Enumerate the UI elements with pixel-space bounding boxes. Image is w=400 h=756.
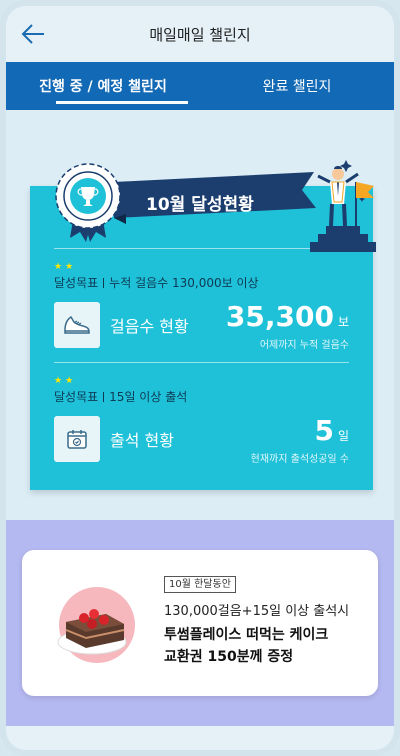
- divider: [54, 362, 349, 363]
- sneaker-icon: [54, 302, 100, 348]
- prize-reward: 투썸플레이스 떠먹는 케이크 교환권 150분께 증정: [164, 624, 364, 668]
- goal-prefix: 달성목표: [54, 390, 99, 404]
- prize-section: 10월 한달동안 130,000걸음+15일 이상 출석시 투썸플레이스 떠먹는…: [6, 520, 394, 726]
- attendance-goal-text: 15일 이상 출석: [109, 390, 188, 404]
- steps-label: 걸음수 현황: [110, 317, 189, 336]
- phone-frame: 매일매일 챌린지 진행 중 / 예정 챌린지 완료 챌린지 ★★ 달성목표 누적…: [0, 0, 400, 756]
- footer: [6, 726, 394, 750]
- prize-period-tag: 10월 한달동안: [164, 576, 236, 593]
- attendance-unit: 일: [337, 429, 349, 443]
- prize-reward-line2: 교환권 150분께 증정: [164, 649, 294, 665]
- attendance-value-row: 5일: [314, 414, 349, 447]
- steps-goal: 달성목표 누적 걸음수 130,000보 이상: [54, 274, 259, 291]
- banner: 10월 달성현황: [44, 150, 384, 258]
- tab-bar: 진행 중 / 예정 챌린지 완료 챌린지: [6, 62, 394, 110]
- status-section: ★★ 달성목표 누적 걸음수 130,000보 이상 걸음수 현황 35,300…: [6, 110, 394, 520]
- goal-separator: [103, 391, 105, 402]
- steps-value-row: 35,300 보: [226, 300, 349, 333]
- page-title: 매일매일 챌린지: [149, 25, 251, 44]
- star-icons: ★★: [54, 262, 77, 272]
- calendar-icon: [54, 416, 100, 462]
- app-header: 매일매일 챌린지: [6, 6, 394, 62]
- cake-icon: [57, 587, 135, 663]
- back-arrow-icon[interactable]: [20, 22, 46, 46]
- prize-card[interactable]: 10월 한달동안 130,000걸음+15일 이상 출석시 투썸플레이스 떠먹는…: [22, 550, 378, 696]
- tab-in-progress[interactable]: 진행 중 / 예정 챌린지: [6, 62, 200, 110]
- steps-value: 35,300: [225, 300, 334, 333]
- prize-reward-line1: 투썸플레이스 떠먹는 케이크: [164, 627, 329, 643]
- steps-goal-text: 누적 걸음수 130,000보 이상: [109, 276, 259, 290]
- tab-completed[interactable]: 완료 챌린지: [200, 62, 394, 110]
- attendance-value: 5: [314, 414, 334, 447]
- banner-title: 10월 달성현황: [146, 195, 254, 215]
- attendance-label: 출석 현황: [110, 431, 174, 450]
- attendance-goal: 달성목표 15일 이상 출석: [54, 388, 187, 405]
- steps-sub: 어제까지 누적 걸음수: [259, 340, 349, 351]
- steps-unit: 보: [337, 315, 349, 329]
- attendance-sub: 현재까지 출석성공일 수: [250, 454, 349, 465]
- star-icons: ★★: [54, 376, 77, 386]
- goal-separator: [103, 277, 105, 288]
- goal-prefix: 달성목표: [54, 276, 99, 290]
- prize-condition: 130,000걸음+15일 이상 출석시: [164, 604, 350, 619]
